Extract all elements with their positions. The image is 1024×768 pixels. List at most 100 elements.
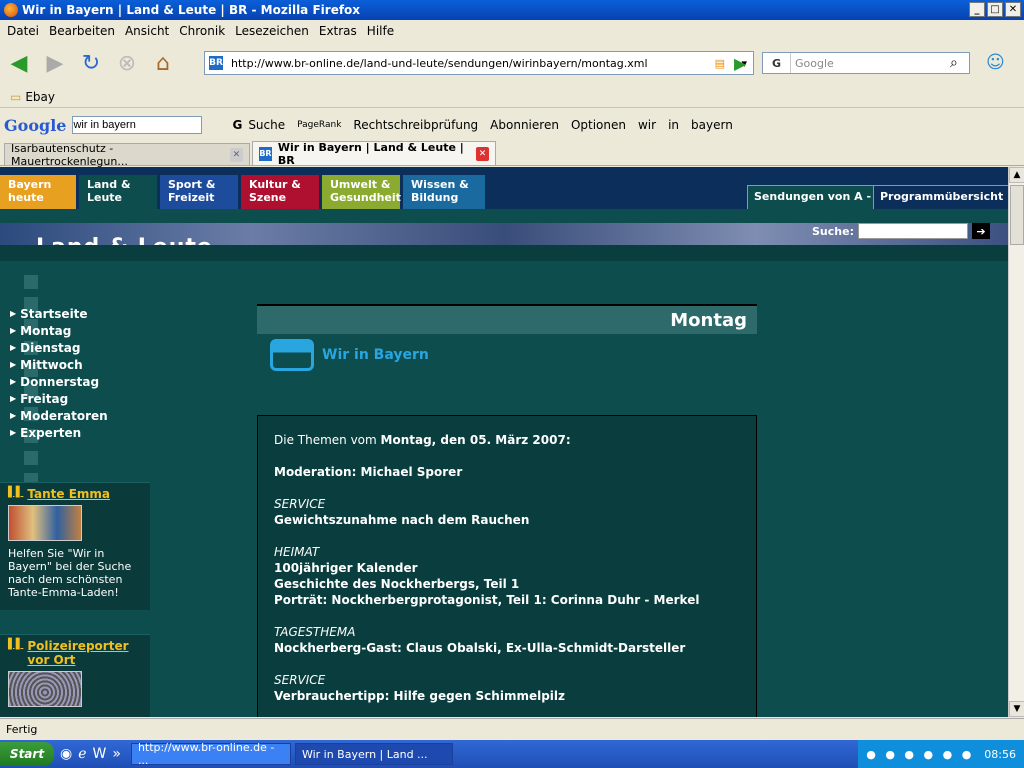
url-text: http://www.br-online.de/land-und-leute/s…	[231, 56, 648, 70]
tab-sendungen-a-z[interactable]: Sendungen von A - Z	[747, 185, 890, 209]
tab-programmuebersicht[interactable]: Programmübersicht	[873, 185, 1008, 209]
status-text: Fertig	[6, 723, 38, 736]
window-title: Wir in Bayern | Land & Leute | BR - Mozi…	[22, 3, 361, 17]
nav-bayern-heute[interactable]: Bayern heute	[0, 175, 76, 209]
search-icon[interactable]: ⌕	[950, 55, 958, 71]
menu-mittwoch[interactable]: Mittwoch	[10, 356, 108, 373]
menu-donnerstag[interactable]: Donnerstag	[10, 373, 108, 390]
logo-icon	[270, 339, 314, 371]
menu-ansicht[interactable]: Ansicht	[125, 24, 169, 38]
status-bar: Fertig	[0, 718, 1024, 740]
rss-icon[interactable]: ▤	[715, 57, 725, 70]
spellcheck-button[interactable]: Rechtschreibprüfung	[353, 118, 478, 132]
moderation-line: Moderation: Michael Sporer	[274, 465, 463, 479]
category-label: SERVICE	[274, 497, 326, 511]
menu-freitag[interactable]: Freitag	[10, 390, 108, 407]
bookmark-ebay[interactable]: Ebay	[25, 90, 55, 104]
firefox-icon	[4, 3, 18, 17]
teaser-title[interactable]: Polizeireporter vor Ort	[8, 639, 150, 667]
stop-icon[interactable]: ⊗	[114, 50, 140, 76]
menu-extras[interactable]: Extras	[319, 24, 357, 38]
scroll-down-icon[interactable]: ▼	[1009, 701, 1024, 717]
menu-moderatoren[interactable]: Moderatoren	[10, 407, 108, 424]
teaser-title[interactable]: Tante Emma	[8, 487, 150, 501]
google-search-button[interactable]: G Suche	[232, 118, 285, 132]
menu-datei[interactable]: Datei	[7, 24, 39, 38]
quicklaunch-more-icon[interactable]: »	[112, 746, 121, 762]
options-button[interactable]: Optionen	[571, 118, 626, 132]
scroll-up-icon[interactable]: ▲	[1009, 167, 1024, 183]
site-search-label: Suche:	[812, 224, 854, 238]
nav-kultur-szene[interactable]: Kultur & Szene	[241, 175, 319, 209]
taskbar: Start ◉ ℯ W » http://www.br-online.de - …	[0, 740, 1024, 768]
subscribe-button[interactable]: Abonnieren	[490, 118, 559, 132]
nav-umwelt-gesundheit[interactable]: Umwelt & Gesundheit	[322, 175, 401, 209]
site-search-input[interactable]	[857, 223, 968, 239]
menu-lesezeichen[interactable]: Lesezeichen	[235, 24, 309, 38]
menu-experten[interactable]: Experten	[10, 424, 108, 441]
web-page: Bayern heute Land & Leute Sport & Freize…	[0, 167, 1008, 717]
menu-chronik[interactable]: Chronik	[179, 24, 225, 38]
forward-icon[interactable]: ▶	[42, 50, 68, 76]
maximize-button[interactable]: □	[987, 2, 1003, 17]
topic-line: Nockherberg-Gast: Claus Obalski, Ex-Ulla…	[274, 641, 686, 655]
topic-line: Gewichtszunahme nach dem Rauchen	[274, 513, 530, 527]
home-icon[interactable]: ⌂	[150, 50, 176, 76]
topic-line: Verbrauchertipp: Hilfe gegen Schimmelpil…	[274, 689, 566, 703]
taskbar-button-br-online[interactable]: http://www.br-online.de - ...	[130, 741, 291, 767]
nav-wissen-bildung[interactable]: Wissen & Bildung	[403, 175, 485, 209]
quicklaunch-word-icon[interactable]: W	[93, 746, 107, 762]
highlight-bayern[interactable]: bayern	[691, 118, 733, 132]
back-icon[interactable]: ◀	[6, 50, 32, 76]
site-navigation: Bayern heute Land & Leute Sport & Freize…	[0, 167, 1008, 209]
nav-sport-freizeit[interactable]: Sport & Freizeit	[160, 175, 238, 209]
tab-strip: Isarbautenschutz - Mauertrockenlegun... …	[0, 141, 1024, 168]
taskbar-button-wir-in-bayern[interactable]: Wir in Bayern | Land ...	[294, 743, 453, 765]
program-content: Die Themen vom Montag, den 05. März 2007…	[257, 415, 757, 717]
google-logo[interactable]: Google	[4, 116, 66, 135]
google-search-input[interactable]	[72, 116, 203, 134]
arrow-right-icon[interactable]: ➔	[971, 223, 990, 239]
banner-underbar	[0, 245, 1008, 261]
category-label: SERVICE	[274, 673, 326, 687]
topic-line: Porträt: Nockherbergprotagonist, Teil 1:…	[274, 593, 700, 607]
google-toolbar: Google GSuche PageRank Rechtschreibprüfu…	[0, 110, 1024, 140]
go-icon[interactable]: ▶	[734, 54, 746, 73]
start-button[interactable]: Start	[0, 742, 54, 766]
menu-hilfe[interactable]: Hilfe	[367, 24, 394, 38]
menu-bar: Datei Bearbeiten Ansicht Chronik Lesezei…	[0, 20, 1024, 42]
menu-dienstag[interactable]: Dienstag	[10, 339, 108, 356]
teaser-polizeireporter: Polizeireporter vor Ort	[0, 634, 150, 717]
google-icon[interactable]: G	[763, 53, 791, 73]
skype-icon[interactable]: ☺	[986, 52, 1005, 73]
scroll-thumb[interactable]	[1010, 185, 1024, 245]
tray-icons[interactable]: ● ● ● ● ● ●	[866, 748, 974, 761]
teaser-text: Helfen Sie "Wir in Bayern" bei der Suche…	[8, 547, 132, 599]
highlight-wir[interactable]: wir	[638, 118, 656, 132]
clock: 08:56	[984, 747, 1016, 761]
fingerprint-image[interactable]	[8, 671, 82, 707]
close-button[interactable]: ✕	[1005, 2, 1021, 17]
teaser-image[interactable]	[8, 505, 82, 541]
search-box[interactable]: G Google	[762, 52, 970, 74]
menu-montag[interactable]: Montag	[10, 322, 108, 339]
search-placeholder: Google	[795, 56, 834, 70]
category-label: HEIMAT	[274, 545, 320, 559]
menu-bearbeiten[interactable]: Bearbeiten	[49, 24, 115, 38]
tab-close-icon[interactable]: ✕	[229, 147, 243, 162]
tab-isarbautenschutz[interactable]: Isarbautenschutz - Mauertrockenlegun... …	[4, 142, 250, 168]
window-titlebar: Wir in Bayern | Land & Leute | BR - Mozi…	[0, 0, 1024, 20]
tab-close-icon[interactable]: ✕	[476, 146, 489, 161]
bookmarks-toolbar: ▭ Ebay	[0, 86, 1024, 108]
nav-land-leute[interactable]: Land & Leute	[79, 175, 157, 209]
tab-wir-in-bayern[interactable]: BR Wir in Bayern | Land & Leute | BR ✕	[252, 141, 496, 167]
quicklaunch-ie-icon[interactable]: ℯ	[78, 746, 86, 762]
reload-icon[interactable]: ↻	[78, 50, 104, 76]
vertical-scrollbar[interactable]: ▲ ▼	[1008, 167, 1024, 717]
minimize-button[interactable]: _	[969, 2, 985, 17]
pagerank: PageRank	[297, 120, 342, 130]
highlight-in[interactable]: in	[668, 118, 679, 132]
menu-startseite[interactable]: Startseite	[10, 305, 108, 322]
url-bar[interactable]: BR http://www.br-online.de/land-und-leut…	[204, 51, 754, 75]
quicklaunch-firefox-icon[interactable]: ◉	[60, 746, 72, 762]
